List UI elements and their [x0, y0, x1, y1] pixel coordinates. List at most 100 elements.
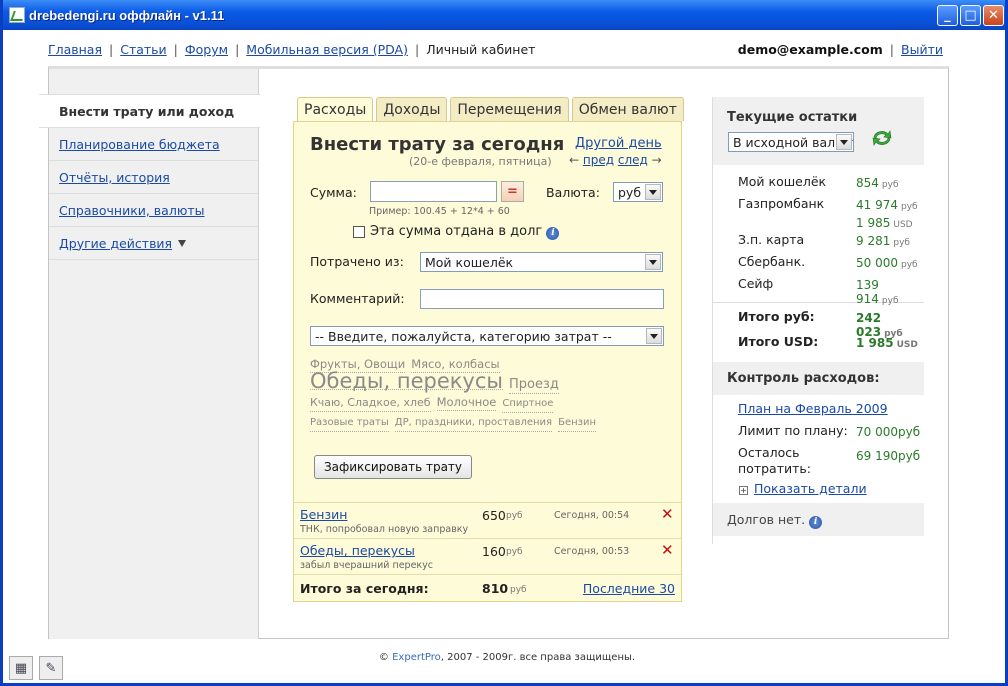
plus-icon: + [739, 486, 748, 495]
category-tag[interactable]: Бензин [558, 415, 596, 432]
info-icon[interactable]: i [546, 226, 560, 240]
transaction-currency: руб [506, 547, 523, 557]
sidebar-link-other[interactable]: Другие действия [59, 236, 172, 251]
submit-expense-button[interactable]: Зафиксировать трату [314, 455, 472, 479]
category-tag[interactable]: Молочное [436, 394, 497, 411]
calculator-icon[interactable]: ▦ [9, 656, 33, 680]
top-navigation: Главная | Статьи | Форум | Мобильная версия (P… [48, 42, 943, 57]
last-30-link[interactable]: Последние 30 [583, 581, 675, 596]
plan-link[interactable]: План на Февраль 2009 [738, 401, 888, 416]
currency-select[interactable]: руб [613, 182, 663, 202]
tab-transfers[interactable]: Перемещения [450, 97, 569, 121]
footer: © ExpertPro, 2007 - 2009г. все права защ… [378, 652, 636, 663]
chevron-down-icon [646, 328, 662, 344]
amount-input[interactable] [370, 181, 497, 202]
sidebar-header [49, 69, 258, 94]
category-tag[interactable]: ДР, праздники, проставления [394, 415, 553, 432]
show-details-toggle[interactable]: + Показать детали [739, 481, 867, 496]
category-tag[interactable]: Проезд [509, 377, 559, 394]
refresh-icon[interactable] [870, 128, 894, 148]
amount-label: Сумма: [310, 185, 357, 200]
category-tag[interactable]: Разовые траты [310, 415, 389, 432]
close-button[interactable]: ✕ [983, 5, 1004, 26]
nav-link-forum[interactable]: Форум [185, 42, 228, 57]
delete-icon[interactable]: ✕ [661, 541, 674, 559]
sidebar-link-budget[interactable]: Планирование бюджета [59, 137, 220, 152]
limit-row: Лимит по плану: 70 000руб [738, 423, 921, 439]
balance-value: 139 914 руб [856, 278, 899, 306]
other-day-link[interactable]: Другой день [575, 136, 662, 151]
nav-link-home[interactable]: Главная [48, 42, 102, 57]
balances-title: Текущие остатки [727, 110, 858, 125]
sidebar-item-reports[interactable]: Отчёты, история [49, 161, 258, 194]
app-chart-icon [9, 7, 25, 23]
tab-income[interactable]: Доходы [376, 97, 448, 121]
table-row: Обеды, перекусы забыл вчерашний перекус … [294, 539, 681, 575]
balance-value: 50 000 руб [856, 256, 918, 270]
calculate-button[interactable]: = [501, 181, 524, 202]
user-area: demo@example.com | Выйти [737, 42, 943, 57]
balance-row: З.п. карта 9 281 руб [713, 232, 924, 254]
spending-control-title: Контроль расходов: [713, 362, 924, 395]
total-rub-row: Итого руб: 242 023 руб [738, 309, 903, 339]
nav-link-mobile[interactable]: Мобильная версия (PDA) [246, 42, 408, 57]
delete-icon[interactable]: ✕ [661, 505, 674, 523]
balance-row: 1 985 USD [713, 214, 924, 232]
balance-row: Мой кошелёк 854 руб [713, 174, 924, 196]
dropdown-triangle-icon [178, 239, 187, 247]
balance-currency-select[interactable]: В исходной валюте [728, 132, 854, 152]
balance-account-name: Сбербанк. [738, 254, 806, 269]
tab-expenses[interactable]: Расходы [297, 97, 374, 122]
sidebar-link-references[interactable]: Справочники, валюты [59, 203, 205, 218]
category-tag[interactable]: Кчаю, Сладкое, хлеб [310, 395, 431, 412]
prev-arrow-icon: ← [569, 153, 580, 167]
window-title: drebedengi.ru оффлайн - v1.11 [29, 7, 225, 23]
category-select[interactable]: -- Введите, пожалуйста, категорию затрат… [310, 326, 664, 346]
transaction-amount: 650 [482, 508, 506, 523]
maximize-button[interactable]: □ [960, 5, 981, 26]
nav-link-articles[interactable]: Статьи [120, 42, 166, 57]
status-icons: ▦ ✎ [9, 656, 63, 680]
user-email: demo@example.com [737, 42, 883, 57]
today-transactions: Бензин ТНК, попробовал новую заправку 65… [293, 502, 682, 602]
transaction-amount: 160 [482, 544, 506, 559]
category-tag-cloud: Фрукты, Овощи Мясо, колбасыОбеды, перекус… [310, 356, 630, 432]
debt-label: Эта сумма отдана в долг i [370, 224, 560, 240]
sidebar-item-budget-planning[interactable]: Планирование бюджета [49, 128, 258, 161]
account-select[interactable]: Мой кошелёк [420, 252, 663, 272]
chevron-down-icon [645, 184, 661, 200]
sidebar-item-references[interactable]: Справочники, валюты [49, 194, 258, 227]
expertpro-link[interactable]: ExpertPro [392, 652, 441, 663]
next-arrow-icon: → [651, 153, 662, 167]
title-bar[interactable]: drebedengi.ru оффлайн - v1.11 _ □ ✕ [3, 0, 1005, 30]
debt-checkbox[interactable] [353, 226, 365, 238]
info-icon[interactable]: i [809, 515, 823, 529]
balances-list: Мой кошелёк 854 руб Газпромбанк 41 974 руб 1 9… [713, 174, 924, 306]
transaction-currency: руб [506, 511, 523, 521]
category-tag[interactable]: Обеды, перекусы [310, 371, 503, 392]
form-title: Внести трату за сегодня [310, 134, 565, 155]
sidebar-item-other-actions[interactable]: Другие действия [49, 227, 258, 260]
balance-row: Газпромбанк 41 974 руб [713, 196, 924, 214]
minimize-button[interactable]: _ [937, 5, 958, 26]
tab-currency-exchange[interactable]: Обмен валют [571, 97, 684, 121]
next-day-link[interactable]: след [618, 153, 648, 167]
logout-link[interactable]: Выйти [901, 42, 943, 57]
transaction-time: Сегодня, 00:53 [554, 546, 630, 557]
transaction-name-link[interactable]: Бензин [300, 507, 347, 522]
balance-value: 1 985 USD [856, 216, 913, 230]
currency-label: Валюта: [546, 185, 600, 200]
transaction-name-link[interactable]: Обеды, перекусы [300, 543, 415, 558]
nav-current-cabinet: Личный кабинет [426, 42, 536, 57]
category-tag[interactable]: Спиртное [502, 396, 554, 413]
sidebar-link-reports[interactable]: Отчёты, история [59, 170, 170, 185]
total-usd-row: Итого USD: 1 985 USD [738, 334, 918, 350]
day-navigation: ← пред след → [569, 153, 662, 167]
comment-input[interactable] [420, 289, 664, 309]
balance-row: Сейф 139 914 руб [713, 276, 924, 306]
chevron-down-icon [836, 134, 852, 150]
sidebar-item-add-transaction[interactable]: Внести трату или доход [39, 94, 260, 128]
no-debts-box: Долгов нет. i [713, 503, 924, 536]
prev-day-link[interactable]: пред [583, 153, 614, 167]
wrench-icon[interactable]: ✎ [39, 656, 63, 680]
